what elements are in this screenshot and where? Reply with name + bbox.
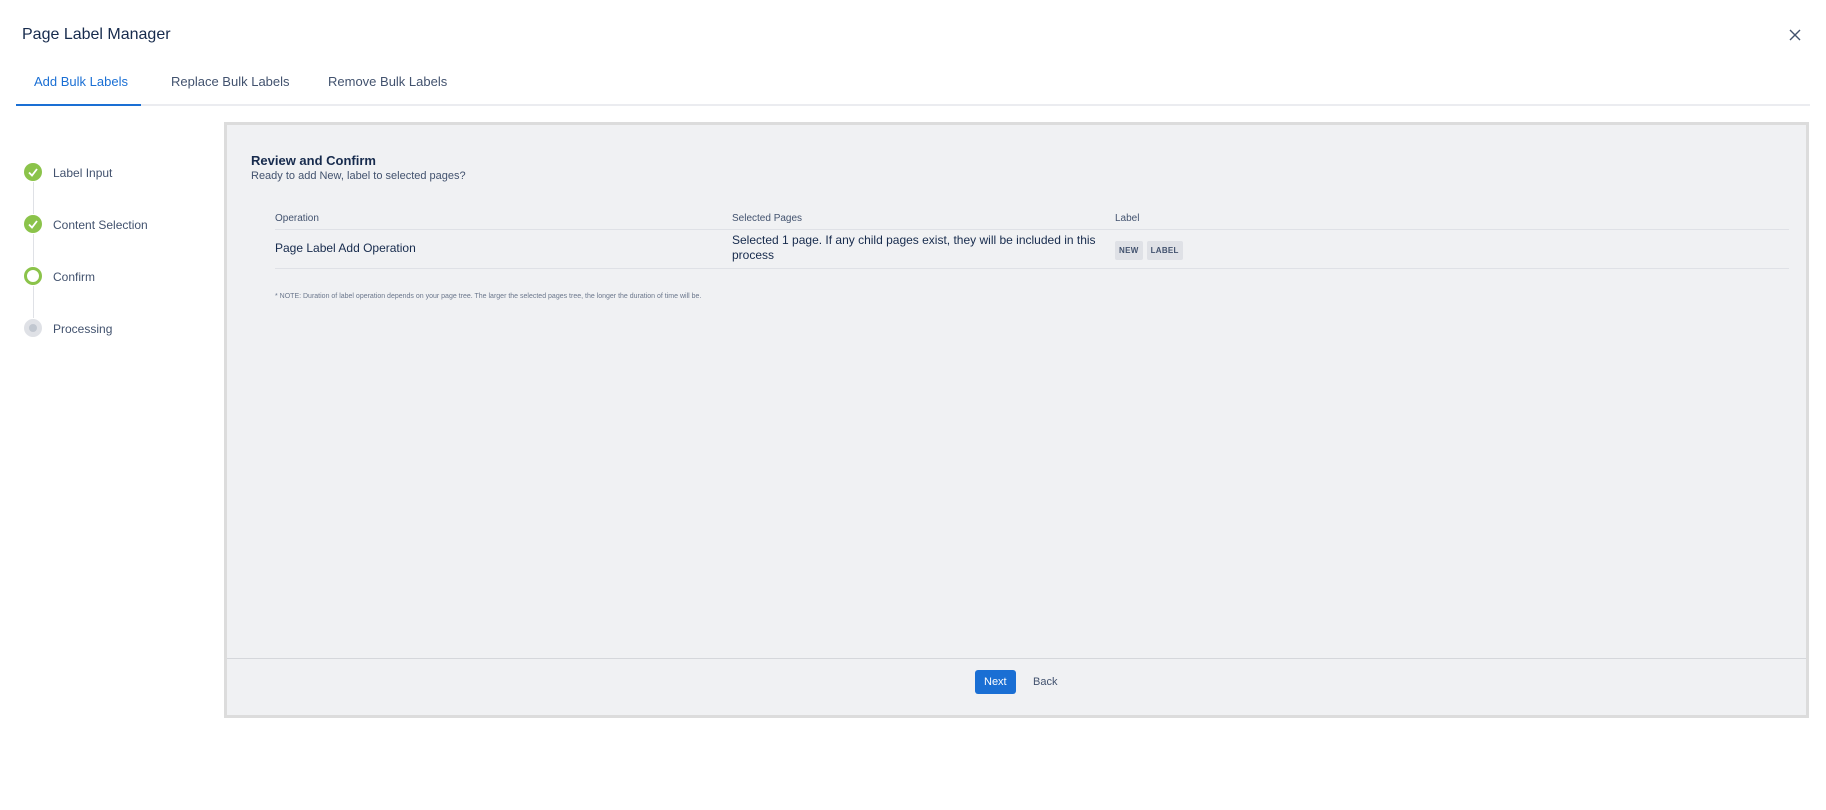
column-header-label: Label bbox=[1115, 213, 1140, 224]
tab-label: Replace Bulk Labels bbox=[171, 74, 290, 89]
back-button[interactable]: Back bbox=[1027, 670, 1063, 694]
label-badge: NEW bbox=[1115, 241, 1143, 260]
pending-step-icon bbox=[24, 319, 42, 337]
step-content-selection: Content Selection bbox=[22, 214, 222, 236]
active-tab-indicator bbox=[16, 104, 141, 106]
header-divider bbox=[275, 229, 1789, 230]
tab-remove-bulk-labels[interactable]: Remove Bulk Labels bbox=[328, 74, 447, 99]
step-label: Label Input bbox=[53, 166, 113, 180]
step-connector bbox=[33, 234, 34, 266]
review-title: Review and Confirm bbox=[251, 153, 376, 168]
column-header-operation: Operation bbox=[275, 213, 319, 224]
tab-label: Remove Bulk Labels bbox=[328, 74, 448, 89]
column-header-selected-pages: Selected Pages bbox=[732, 213, 803, 224]
step-label: Confirm bbox=[53, 270, 96, 284]
review-panel: Review and Confirm Ready to add New, lab… bbox=[224, 122, 1809, 718]
tab-add-bulk-labels[interactable]: Add Bulk Labels bbox=[34, 74, 128, 99]
selected-pages-cell: Selected 1 page. If any child pages exis… bbox=[732, 233, 1096, 262]
tab-replace-bulk-labels[interactable]: Replace Bulk Labels bbox=[171, 74, 290, 99]
page-title: Page Label Manager bbox=[22, 26, 171, 43]
step-connector bbox=[33, 286, 34, 318]
footer-divider bbox=[227, 658, 1806, 659]
duration-note: * NOTE: Duration of label operation depe… bbox=[275, 293, 702, 300]
step-label: Content Selection bbox=[53, 218, 148, 232]
current-step-icon bbox=[24, 267, 42, 285]
step-processing: Processing bbox=[22, 318, 222, 340]
label-badge: LABEL bbox=[1146, 241, 1183, 260]
check-icon bbox=[24, 163, 42, 181]
step-label: Processing bbox=[53, 322, 113, 336]
step-label-input: Label Input bbox=[22, 162, 222, 184]
tab-label: Add Bulk Labels bbox=[34, 74, 128, 89]
label-cell: NEW LABEL bbox=[1115, 241, 1187, 260]
row-divider bbox=[275, 268, 1789, 269]
review-subtitle: Ready to add New, label to selected page… bbox=[251, 170, 466, 182]
operation-cell: Page Label Add Operation bbox=[275, 241, 416, 255]
step-connector bbox=[33, 182, 34, 214]
next-button[interactable]: Next bbox=[975, 670, 1016, 694]
check-icon bbox=[24, 215, 42, 233]
close-icon[interactable] bbox=[1786, 26, 1804, 44]
tab-bar: Add Bulk Labels Replace Bulk Labels Remo… bbox=[16, 72, 1810, 106]
step-confirm: Confirm bbox=[22, 266, 222, 288]
